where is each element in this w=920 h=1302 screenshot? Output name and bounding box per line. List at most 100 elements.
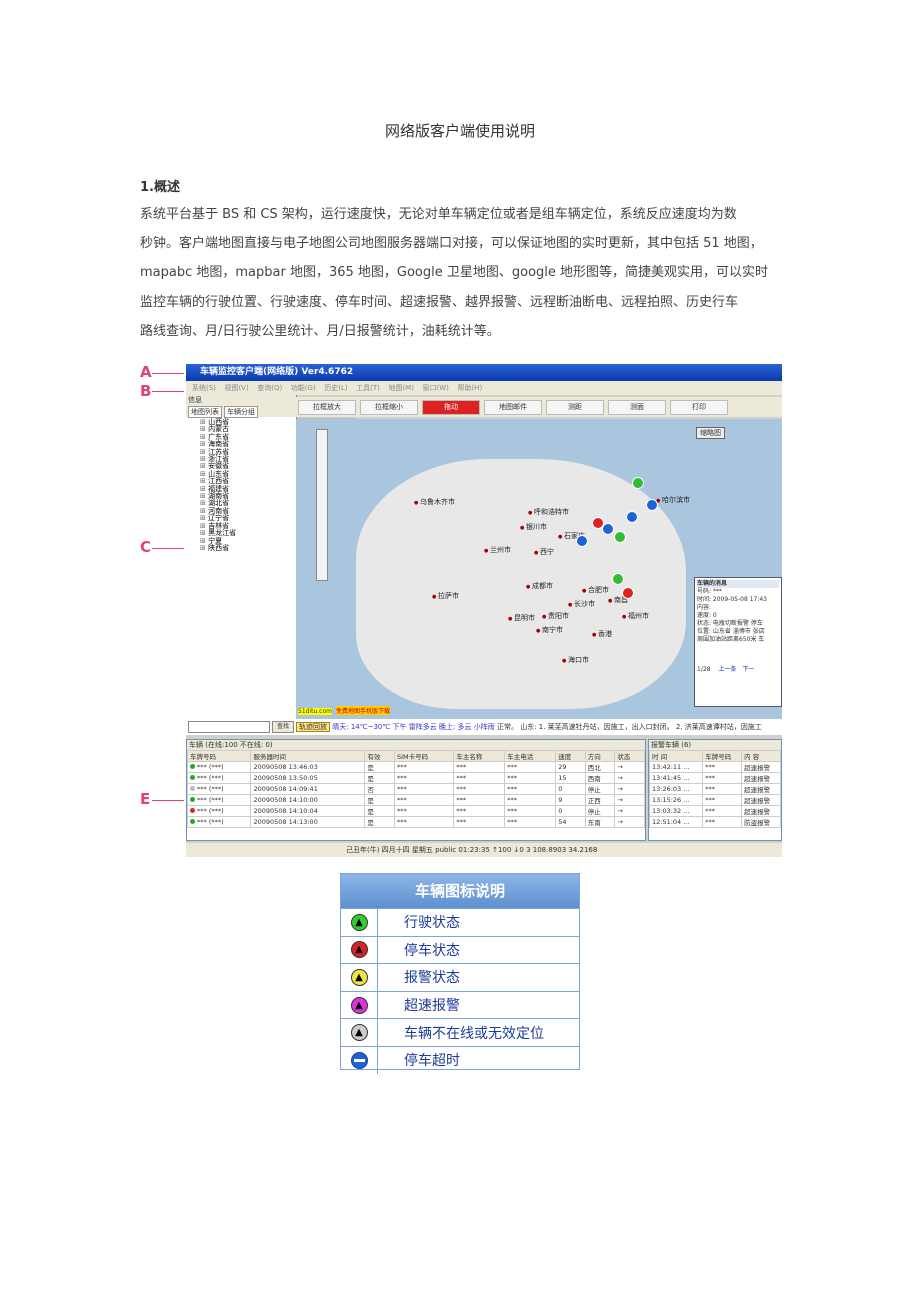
column-header[interactable]: 状态 [614,750,645,762]
popup-prev-link[interactable]: 上一条 [718,666,736,673]
pan-button[interactable]: 拖动 [422,400,480,415]
table-cell: *** [702,794,743,806]
menu-item[interactable]: 视图(V) [224,381,248,395]
vehicle-marker[interactable] [614,531,626,543]
table-cell: → [614,794,645,806]
vehicle-marker[interactable] [646,499,658,511]
vehicle-marker[interactable] [632,477,644,489]
callout-line [152,391,184,392]
map-type-button[interactable]: 缩略图 [696,427,725,439]
table-cell: 停止 [584,783,616,795]
legend-row: 停车超时 [341,1045,579,1074]
paragraph-line: mapabc 地图，mapbar 地图，365 地图，Google 卫星地图、g… [140,265,769,281]
column-header[interactable]: 服务器时间 [250,750,366,762]
table-cell: *** [504,805,557,817]
tab-map-list[interactable]: 地图列表 [188,406,222,418]
menu-item[interactable]: 地图(M) [388,381,414,395]
table-cell: 西南 [584,772,616,784]
table-row[interactable]: 13:42:11 ... *** 超速报警 [648,761,781,773]
alarm-panel: 报警车辆 (6) 时 间 车牌号码 内 容 13:42:11 ... *** 超速报… [648,739,782,841]
table-row[interactable]: *** (***) 20090508 13:46:03 是 *** *** *** 29 西北… [186,761,645,773]
table-cell: 防盗报警 [741,816,781,828]
map-view[interactable]: 缩略图 乌鲁木齐市 呼和浩特市 银川市 石家庄 兰州市 西宁 成都市 拉萨市 昆… [296,419,782,719]
table-cell: 停止 [584,805,616,817]
vehicle-marker[interactable] [626,511,638,523]
city-label: 呼和浩特市 [528,507,569,517]
legend-icon-cell: ▲ [341,909,378,936]
table-row[interactable]: 13:41:45 ... *** 超速报警 [648,772,781,784]
column-header[interactable]: 车主电话 [504,750,557,762]
table-cell: 超速报警 [741,783,781,795]
zoom-out-button[interactable]: 拉框缩小 [360,400,418,415]
zoom-in-button[interactable]: 拉框放大 [298,400,356,415]
column-header[interactable]: 时 间 [648,750,704,762]
paragraph-line: 系统平台基于 BS 和 CS 架构，运行速度快，无论对单车辆定位或者是组车辆定位… [140,207,737,222]
menu-item[interactable]: 工具(T) [356,381,380,395]
popup-next-link[interactable]: 下一 [742,666,754,673]
table-row[interactable]: *** (***) 20090508 14:10:04 是 *** *** *** 0 停止 → [186,805,645,817]
callout-b: B [140,382,152,400]
legend-row: ▲ 停车状态 [341,935,579,964]
vehicle-table: 车牌号码 服务器时间 有效 SIM卡号码 车主名称 车主电话 速度 方向 状态 … [186,750,645,828]
table-cell: *** [393,772,455,784]
table-cell: → [614,783,645,795]
table-row[interactable]: *** (***) 20090508 14:09:41 否 *** *** *** 0 停止 → [186,783,645,795]
table-cell: 0 [555,783,586,795]
table-cell: → [614,772,645,784]
left-panel-header: 信息 [186,395,296,405]
table-row[interactable]: 13:03:32 ... *** 超速报警 [648,805,781,817]
column-header[interactable]: 车牌号码 [702,750,743,762]
weather-text-2: 下午 雷阵多云 晚上: 多云 小阵雨 [392,723,495,731]
track-replay-button[interactable]: 轨迹回放 [296,722,330,732]
menu-bar: 系统(S) 视图(V) 查询(Q) 功能(G) 历史(L) 工具(T) 地图(M… [186,381,782,395]
city-label: 兰州市 [484,545,511,555]
callout-line [152,548,184,549]
table-row[interactable]: 13:15:26 ... *** 超速报警 [648,794,781,806]
menu-item[interactable]: 查询(Q) [257,381,282,395]
status-dot-icon [190,808,195,813]
vehicle-marker[interactable] [612,573,624,585]
table-row[interactable]: 13:26:03 ... *** 超速报警 [648,783,781,795]
measure-area-button[interactable]: 测面 [608,400,666,415]
map-site-label[interactable]: 51ditu.com [298,708,332,715]
paragraph-line: 监控车辆的行驶位置、行驶速度、停车时间、超速报警、越界报警、远程断油断电、远程拍… [140,294,739,310]
table-cell: *** (***) [186,761,252,773]
map-promo-link[interactable]: 免费地图手机版下载 [336,706,391,715]
table-row[interactable]: *** (***) 20090508 14:13:00 是 *** *** *** 54 东南… [186,816,645,828]
table-cell: 13:26:03 ... [648,783,704,795]
menu-item[interactable]: 帮助(H) [457,381,482,395]
column-header[interactable]: 方向 [584,750,616,762]
search-button[interactable]: 查找 [272,721,294,733]
menu-item[interactable]: 历史(L) [324,381,347,395]
vehicle-marker[interactable] [602,523,614,535]
menu-item[interactable]: 系统(S) [192,381,216,395]
column-header[interactable]: 速度 [555,750,586,762]
weather-text: 晴天: 14℃~30℃ [332,723,391,731]
column-header[interactable]: 车主名称 [453,750,506,762]
table-cell: *** [702,761,743,773]
print-button[interactable]: 打印 [670,400,728,415]
zoom-slider[interactable] [316,429,328,581]
section-heading: 1.概述 [140,180,180,195]
menu-item[interactable]: 窗口(W) [423,381,449,395]
table-cell: 20090508 14:13:00 [250,816,366,828]
table-row[interactable]: 12:51:04 ... *** 防盗报警 [648,816,781,828]
tab-vehicle-group[interactable]: 车辆分组 [224,406,258,418]
measure-distance-button[interactable]: 测距 [546,400,604,415]
map-mail-button[interactable]: 地图邮件 [484,400,542,415]
vehicle-rows: *** (***) 20090508 13:46:03 是 *** *** *** 29 西北… [186,761,645,828]
column-header[interactable]: 有效 [364,750,395,762]
menu-item[interactable]: 功能(G) [291,381,316,395]
column-header[interactable]: SIM卡号码 [393,750,455,762]
vehicle-marker[interactable] [576,535,588,547]
column-header[interactable]: 内 容 [741,750,781,762]
map-toolbar: 拉框放大拉框缩小拖动地图邮件测距测面打印还原 [296,397,782,433]
table-cell: *** (***) [186,794,252,806]
table-row[interactable]: *** (***) 20090508 14:10:00 是 *** *** *** 9 正西 → [186,794,645,806]
search-input[interactable] [188,721,270,733]
column-header[interactable]: 车牌号码 [186,750,252,762]
table-row[interactable]: *** (***) 20090508 13:50:05 是 *** *** *** 15 西南… [186,772,645,784]
vehicle-marker[interactable] [622,587,634,599]
tree-item[interactable]: 陕西省 [200,544,296,552]
map-land [356,459,686,709]
